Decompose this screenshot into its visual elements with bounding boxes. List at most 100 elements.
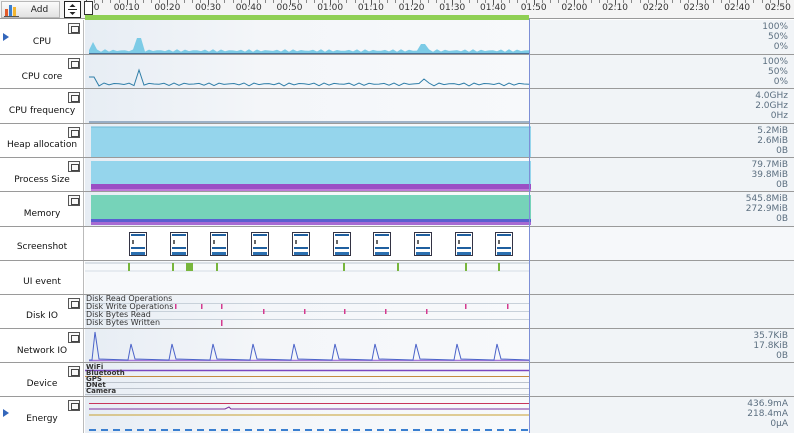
disk-activity-tick	[221, 320, 223, 326]
energy-level-dash	[101, 429, 108, 431]
ruler-tick-label: 02:30	[683, 3, 710, 13]
scale-max: 4.0GHz	[755, 91, 788, 101]
energy-level-dash	[209, 429, 216, 431]
disk-io-plot[interactable]	[85, 295, 794, 328]
ruler-tick-label: 02:50	[764, 3, 791, 13]
network-io-plot[interactable]	[85, 329, 794, 362]
scale-max: 545.8MiB	[745, 194, 788, 204]
cpu-frequency-plot[interactable]	[85, 89, 794, 123]
row-memory-header[interactable]: Memory	[0, 192, 84, 226]
expand-icon[interactable]	[68, 195, 80, 206]
recording-end-line	[529, 19, 530, 433]
ui-event-marker	[128, 263, 130, 271]
energy-level-dash	[257, 429, 264, 431]
add-button-label: Add	[30, 4, 49, 15]
energy-plot[interactable]	[85, 397, 794, 433]
device-plot[interactable]	[85, 363, 794, 396]
row-network-io-header[interactable]: Network IO	[0, 329, 84, 362]
ruler-tick-label: 02:10	[602, 3, 629, 13]
expand-icon[interactable]	[68, 298, 80, 309]
row-cpu-frequency-header[interactable]: CPU frequency	[0, 89, 84, 123]
disk-activity-tick	[201, 304, 203, 309]
ruler-tick-label: 01:40	[480, 3, 506, 13]
ruler-tick-label: 01:30	[439, 3, 466, 13]
process-size-plot[interactable]	[85, 158, 794, 191]
expand-icon[interactable]	[68, 127, 80, 138]
row-disk-io-header[interactable]: Disk IO	[0, 295, 84, 328]
row-disk-io: Disk IO Disk Read Operations Disk Write …	[0, 295, 794, 329]
ui-event-marker	[465, 263, 467, 271]
screenshot-thumbnail[interactable]	[414, 232, 432, 256]
row-cpu-header[interactable]: CPU	[0, 20, 84, 54]
row-ui-event: UI event	[0, 261, 794, 295]
expand-icon[interactable]	[68, 161, 80, 172]
row-screenshot: Screenshot	[0, 227, 794, 261]
cpu-core-plot[interactable]	[85, 55, 794, 88]
cpu-plot[interactable]	[85, 20, 794, 54]
expand-icon[interactable]	[68, 92, 80, 103]
row-cpu-core: CPU core 100% 50% 0%	[0, 55, 794, 89]
disk-activity-tick	[344, 309, 346, 314]
ruler-tick-label: 01:00	[317, 3, 344, 13]
energy-level-dash	[173, 429, 180, 431]
row-heap-allocation-header[interactable]: Heap allocation	[0, 124, 84, 157]
row-screenshot-header[interactable]: Screenshot	[0, 227, 84, 260]
heap-allocation-plot[interactable]	[85, 124, 794, 157]
row-process-size-header[interactable]: Process Size	[0, 158, 84, 191]
screenshot-thumbnail[interactable]	[455, 232, 473, 256]
energy-level-dash	[317, 429, 324, 431]
row-ui-event-header[interactable]: UI event	[0, 261, 84, 294]
disk-activity-tick	[175, 304, 177, 309]
disk-activity-tick	[426, 309, 428, 314]
process-size-scale: 79.7MiB 39.8MiB 0B	[752, 160, 788, 190]
scale-min: 0B	[776, 146, 788, 156]
ruler-tick-label: 00:40	[235, 3, 262, 13]
playhead-handle[interactable]	[84, 1, 93, 15]
energy-level-dash	[125, 429, 132, 431]
screenshot-strip[interactable]	[85, 227, 794, 260]
scale-min: 0B	[776, 214, 788, 224]
screenshot-thumbnail[interactable]	[210, 232, 228, 256]
scale-max: 100%	[762, 57, 788, 67]
ui-event-marker	[216, 263, 218, 271]
row-energy-header[interactable]: Energy	[0, 397, 84, 433]
screenshot-thumbnail[interactable]	[373, 232, 391, 256]
ui-event-plot[interactable]	[85, 261, 794, 294]
cpu-area-chart	[89, 38, 529, 54]
energy-level-dash	[281, 429, 288, 431]
scale-mid: 39.8MiB	[751, 170, 788, 180]
expand-icon[interactable]	[68, 332, 80, 343]
expand-icon[interactable]	[68, 366, 80, 377]
screenshot-thumbnail[interactable]	[170, 232, 188, 256]
energy-cpu-line	[89, 406, 529, 410]
add-instrument-button[interactable]: Add	[1, 1, 60, 18]
energy-level-dash	[185, 429, 192, 431]
energy-level-dash	[233, 429, 240, 431]
screenshot-thumbnail[interactable]	[129, 232, 147, 256]
cpu-usage-area	[89, 38, 529, 54]
collapse-all-button[interactable]	[64, 1, 81, 18]
screenshot-thumbnail[interactable]	[333, 232, 351, 256]
row-memory-label: Memory	[23, 209, 61, 219]
expand-icon[interactable]	[68, 58, 80, 69]
timeline-ruler[interactable]: 00 00:10 00:20 00:30 00:40 00:50 01:00 01:10 01:…	[0, 0, 794, 20]
energy-level-dash	[509, 429, 516, 431]
row-energy-label: Energy	[26, 414, 58, 424]
energy-level-dash	[425, 429, 432, 431]
memory-plot[interactable]	[85, 192, 794, 226]
energy-chart	[89, 403, 529, 431]
expand-icon[interactable]	[68, 23, 80, 34]
screenshot-thumbnail[interactable]	[495, 232, 513, 256]
disk-activity-tick	[507, 304, 509, 309]
device-state-chart	[85, 369, 529, 395]
cpu-core-scale: 100% 50% 0%	[762, 57, 788, 87]
energy-level-dash	[89, 429, 96, 431]
row-device-header[interactable]: Device	[0, 363, 84, 396]
energy-level-dash	[341, 429, 348, 431]
screenshot-thumbnail[interactable]	[292, 232, 310, 256]
screenshot-thumbnail[interactable]	[251, 232, 269, 256]
row-cpu-core-header[interactable]: CPU core	[0, 55, 84, 88]
scale-max: 79.7MiB	[751, 160, 788, 170]
expand-icon[interactable]	[68, 400, 80, 411]
row-process-size: Process Size 79.7MiB 39.8MiB 0B	[0, 158, 794, 192]
